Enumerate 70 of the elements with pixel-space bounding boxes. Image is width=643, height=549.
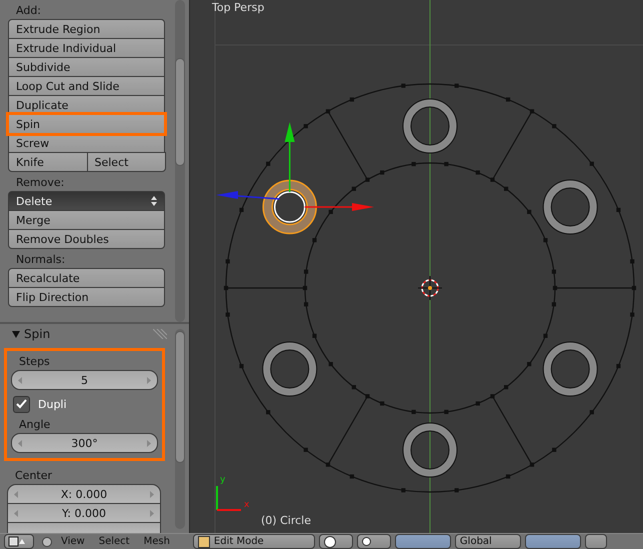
pivot-dropdown[interactable] bbox=[356, 534, 391, 549]
scrollbar[interactable] bbox=[175, 0, 185, 322]
pivot-icon bbox=[362, 537, 371, 546]
field-value: X: 0.000 bbox=[60, 488, 108, 500]
orientation-dropdown[interactable]: Global bbox=[454, 534, 521, 549]
section-heading: Add: bbox=[15, 3, 42, 19]
sphere-icon bbox=[324, 536, 336, 548]
tool-button[interactable]: Subdivide bbox=[8, 57, 165, 77]
number-field[interactable]: 300° bbox=[11, 433, 158, 453]
left-arrow-icon[interactable] bbox=[18, 440, 22, 446]
scrollbar[interactable] bbox=[175, 329, 185, 529]
right-arrow-icon[interactable] bbox=[147, 376, 151, 384]
panel-header[interactable]: Spin bbox=[4, 324, 169, 344]
tool-button[interactable]: Flip Direction bbox=[8, 287, 165, 307]
tool-button[interactable]: Recalculate bbox=[8, 268, 165, 288]
cube-icon bbox=[198, 536, 210, 548]
up-down-arrows-icon bbox=[151, 196, 157, 206]
right-arrow-icon[interactable] bbox=[150, 490, 154, 498]
tool-button[interactable]: Spin bbox=[8, 114, 165, 134]
right-arrow-icon[interactable] bbox=[147, 440, 151, 446]
shading-dropdown[interactable] bbox=[318, 534, 353, 549]
tool-button[interactable]: Loop Cut and Slide bbox=[8, 76, 165, 96]
dropdown-label: Edit Mode bbox=[214, 536, 264, 547]
axis-label: y bbox=[220, 475, 226, 485]
field-value: 300° bbox=[70, 436, 99, 450]
ring-drawing bbox=[402, 98, 458, 154]
ring-drawing bbox=[542, 180, 598, 234]
transform-gizmo-icon[interactable] bbox=[216, 122, 374, 211]
checkbox[interactable] bbox=[13, 396, 30, 412]
editor-type-icon[interactable] bbox=[4, 534, 34, 549]
number-field[interactable]: X: 0.000 bbox=[7, 484, 161, 504]
ring-drawing bbox=[402, 422, 458, 478]
panel-title: Spin bbox=[24, 327, 52, 341]
left-arrow-icon[interactable] bbox=[14, 490, 18, 498]
view-name-label: Top Persp bbox=[212, 1, 264, 14]
menu-item[interactable]: View bbox=[56, 536, 90, 547]
tool-button[interactable]: Extrude Region bbox=[8, 19, 165, 39]
field-value: Y: 0.000 bbox=[61, 506, 107, 520]
axis-label: x bbox=[244, 500, 250, 510]
number-field[interactable]: Y: 0.000 bbox=[7, 503, 161, 523]
selected-ring-drawing bbox=[262, 180, 317, 234]
section-heading: Normals: bbox=[15, 252, 66, 268]
field-label: Steps bbox=[18, 354, 51, 370]
field-value: 5 bbox=[80, 374, 89, 386]
tool-button[interactable]: Merge bbox=[8, 210, 165, 230]
ring-drawing bbox=[262, 342, 318, 396]
mode-dropdown[interactable]: Edit Mode bbox=[192, 534, 315, 549]
left-arrow-icon[interactable] bbox=[18, 376, 22, 384]
menu-item[interactable]: Mesh bbox=[138, 536, 175, 547]
tool-button[interactable]: Knife bbox=[8, 152, 88, 172]
dropdown[interactable]: Delete bbox=[8, 191, 165, 211]
object-info-label: (0) Circle bbox=[261, 514, 311, 527]
tool-button[interactable]: Extrude Individual bbox=[8, 38, 165, 58]
field-label: Angle bbox=[18, 417, 52, 433]
circle-icon bbox=[42, 536, 52, 546]
tool-button[interactable]: Select bbox=[86, 152, 166, 172]
drag-grip-icon[interactable] bbox=[153, 329, 167, 339]
ring-drawing bbox=[542, 342, 598, 396]
tool-button[interactable]: Remove Doubles bbox=[8, 229, 165, 249]
field-label: Center bbox=[14, 468, 54, 484]
left-arrow-icon[interactable] bbox=[14, 510, 18, 516]
number-field[interactable] bbox=[7, 522, 161, 533]
3d-cursor-icon bbox=[418, 276, 442, 300]
right-arrow-icon[interactable] bbox=[150, 510, 154, 516]
number-field[interactable]: 5 bbox=[11, 370, 158, 390]
axis-indicator-icon bbox=[216, 486, 241, 511]
menu-item[interactable]: Select bbox=[94, 536, 135, 547]
checkbox-label: Dupli bbox=[38, 398, 67, 410]
dropdown-label: Delete bbox=[16, 194, 52, 208]
section-heading: Remove: bbox=[15, 175, 66, 191]
